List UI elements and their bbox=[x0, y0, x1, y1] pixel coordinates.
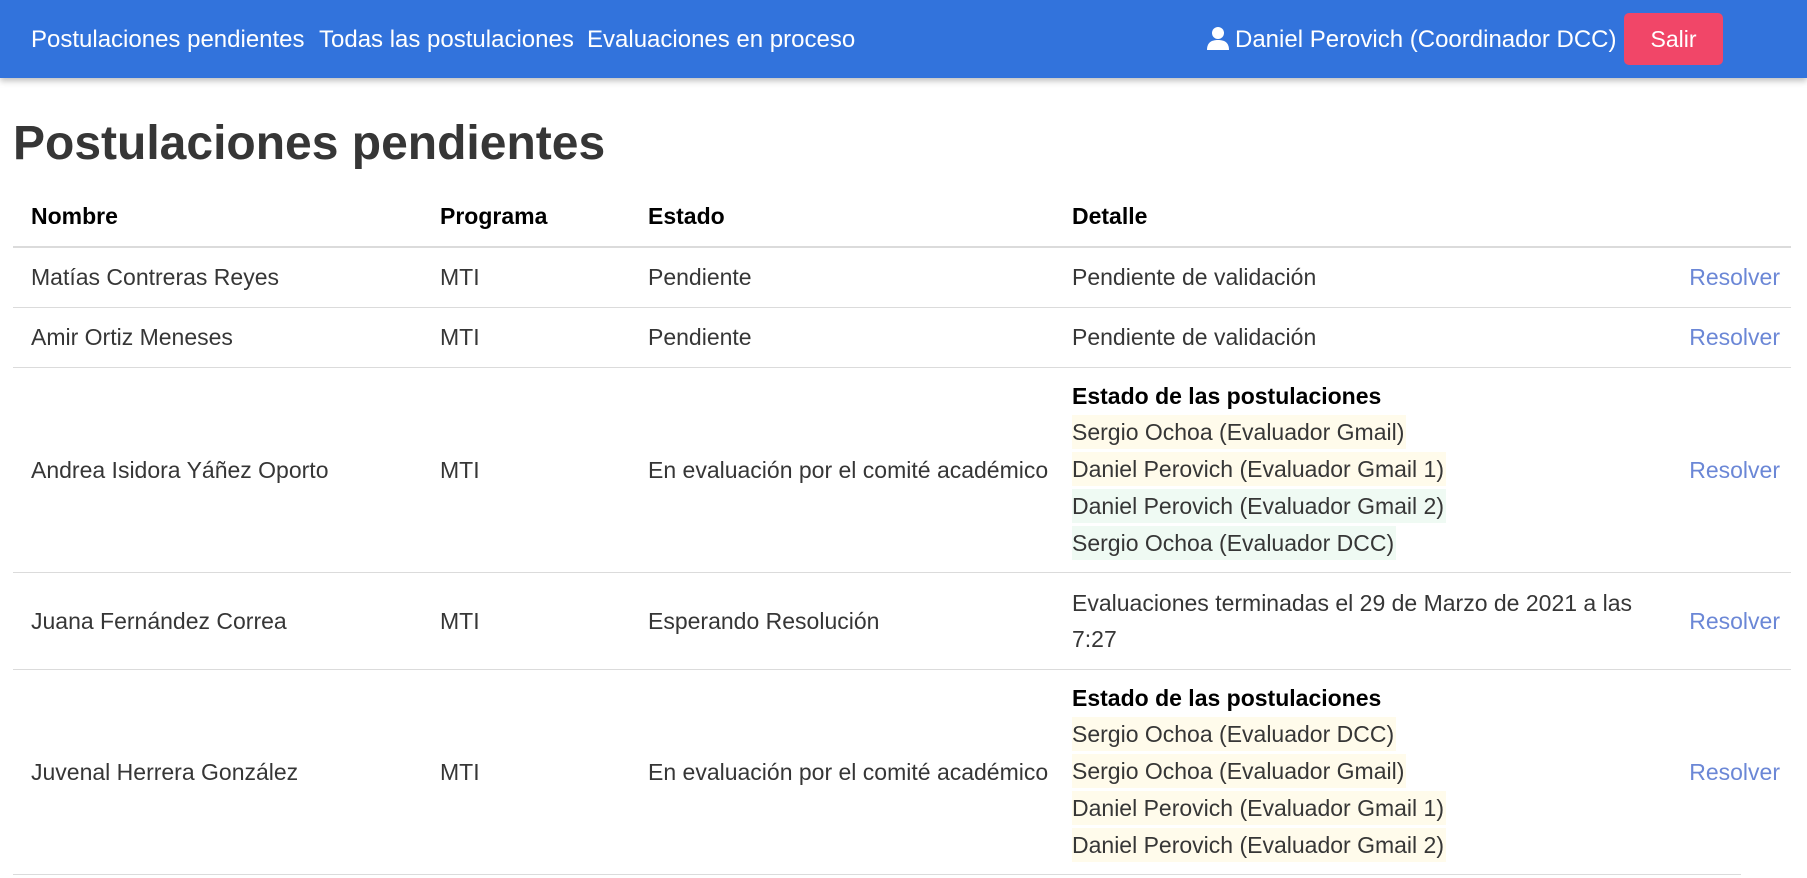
header-actions bbox=[1634, 186, 1791, 248]
cell-action: Resolver bbox=[1634, 247, 1791, 308]
evaluator-tag: Daniel Perovich (Evaluador Gmail 2) bbox=[1072, 488, 1446, 523]
cell-program: MTI bbox=[422, 367, 630, 573]
header-nombre: Nombre bbox=[13, 186, 422, 248]
table-header-row: Nombre Programa Estado Detalle bbox=[13, 186, 1791, 248]
header-detalle: Detalle bbox=[1054, 186, 1634, 248]
current-user: Daniel Perovich (Coordinador DCC) bbox=[1207, 0, 1616, 78]
cell-program: MTI bbox=[422, 247, 630, 308]
cell-detail: Pendiente de validación bbox=[1054, 247, 1634, 308]
header-estado: Estado bbox=[630, 186, 1054, 248]
cell-name: Matías Contreras Reyes bbox=[13, 247, 422, 308]
table-row: Juvenal Herrera González MTI En evaluaci… bbox=[13, 669, 1791, 874]
resolve-link[interactable]: Resolver bbox=[1689, 608, 1780, 634]
resolve-link[interactable]: Resolver bbox=[1689, 457, 1780, 483]
resolve-link[interactable]: Resolver bbox=[1689, 264, 1780, 290]
evaluator-tag: Sergio Ochoa (Evaluador Gmail) bbox=[1072, 753, 1407, 788]
table-row: Andrea Isidora Yáñez Oporto MTI En evalu… bbox=[13, 367, 1791, 573]
evaluation-status-title: Estado de las postulaciones bbox=[1072, 382, 1382, 409]
nav-evaluaciones-en-proceso[interactable]: Evaluaciones en proceso bbox=[587, 0, 855, 78]
cell-state: Pendiente bbox=[630, 247, 1054, 308]
cell-detail: Estado de las postulaciones Sergio Ochoa… bbox=[1054, 669, 1634, 874]
cell-action: Resolver bbox=[1634, 307, 1791, 368]
evaluation-status-title: Estado de las postulaciones bbox=[1072, 684, 1382, 711]
cell-action: Resolver bbox=[1634, 367, 1791, 573]
evaluator-tag: Daniel Perovich (Evaluador Gmail 2) bbox=[1072, 827, 1446, 862]
table-row: Matías Contreras Reyes MTI Pendiente Pen… bbox=[13, 247, 1791, 308]
cell-name: Amir Ortiz Meneses bbox=[13, 307, 422, 368]
user-name: Daniel Perovich (Coordinador DCC) bbox=[1235, 26, 1617, 53]
cell-state: Pendiente bbox=[630, 307, 1054, 368]
logout-button[interactable]: Salir bbox=[1624, 13, 1723, 65]
evaluator-tag: Daniel Perovich (Evaluador Gmail 1) bbox=[1072, 790, 1446, 825]
cell-name: Juvenal Herrera González bbox=[31, 758, 299, 785]
cell-state: En evaluación por el comité académico bbox=[630, 367, 1054, 573]
cell-detail: Evaluaciones terminadas el 29 de Marzo d… bbox=[1054, 572, 1634, 670]
user-icon bbox=[1207, 27, 1229, 50]
cell-program: MTI bbox=[422, 572, 630, 670]
evaluator-tag: Sergio Ochoa (Evaluador DCC) bbox=[1072, 716, 1397, 751]
nav-todas-las-postulaciones[interactable]: Todas las postulaciones bbox=[319, 0, 574, 78]
evaluator-tag: Sergio Ochoa (Evaluador DCC) bbox=[1072, 525, 1397, 560]
table-bottom-divider bbox=[13, 874, 1741, 875]
header-programa: Programa bbox=[422, 186, 630, 248]
nav-postulaciones-pendientes[interactable]: Postulaciones pendientes bbox=[31, 0, 305, 78]
evaluator-tag: Daniel Perovich (Evaluador Gmail 1) bbox=[1072, 451, 1446, 486]
top-navbar: Postulaciones pendientes Todas las postu… bbox=[0, 0, 1807, 78]
cell-detail: Estado de las postulaciones Sergio Ochoa… bbox=[1054, 367, 1634, 573]
cell-action: Resolver bbox=[1634, 572, 1791, 670]
evaluator-tag: Sergio Ochoa (Evaluador Gmail) bbox=[1072, 414, 1407, 449]
cell-name: Juana Fernández Correa bbox=[13, 572, 422, 670]
cell-state: En evaluación por el comité académico bbox=[648, 758, 1049, 785]
cell-name: Andrea Isidora Yáñez Oporto bbox=[13, 367, 422, 573]
cell-detail: Pendiente de validación bbox=[1054, 307, 1634, 368]
applications-table: Nombre Programa Estado Detalle Matías Co… bbox=[13, 186, 1791, 874]
cell-program: MTI bbox=[440, 758, 480, 785]
page-title: Postulaciones pendientes bbox=[13, 117, 606, 170]
cell-action: Resolver bbox=[1634, 669, 1791, 874]
cell-state: Esperando Resolución bbox=[630, 572, 1054, 670]
resolve-link[interactable]: Resolver bbox=[1689, 759, 1780, 785]
table-row: Juana Fernández Correa MTI Esperando Res… bbox=[13, 572, 1791, 670]
resolve-link[interactable]: Resolver bbox=[1689, 324, 1780, 350]
cell-program: MTI bbox=[422, 307, 630, 368]
table-row: Amir Ortiz Meneses MTI Pendiente Pendien… bbox=[13, 307, 1791, 368]
